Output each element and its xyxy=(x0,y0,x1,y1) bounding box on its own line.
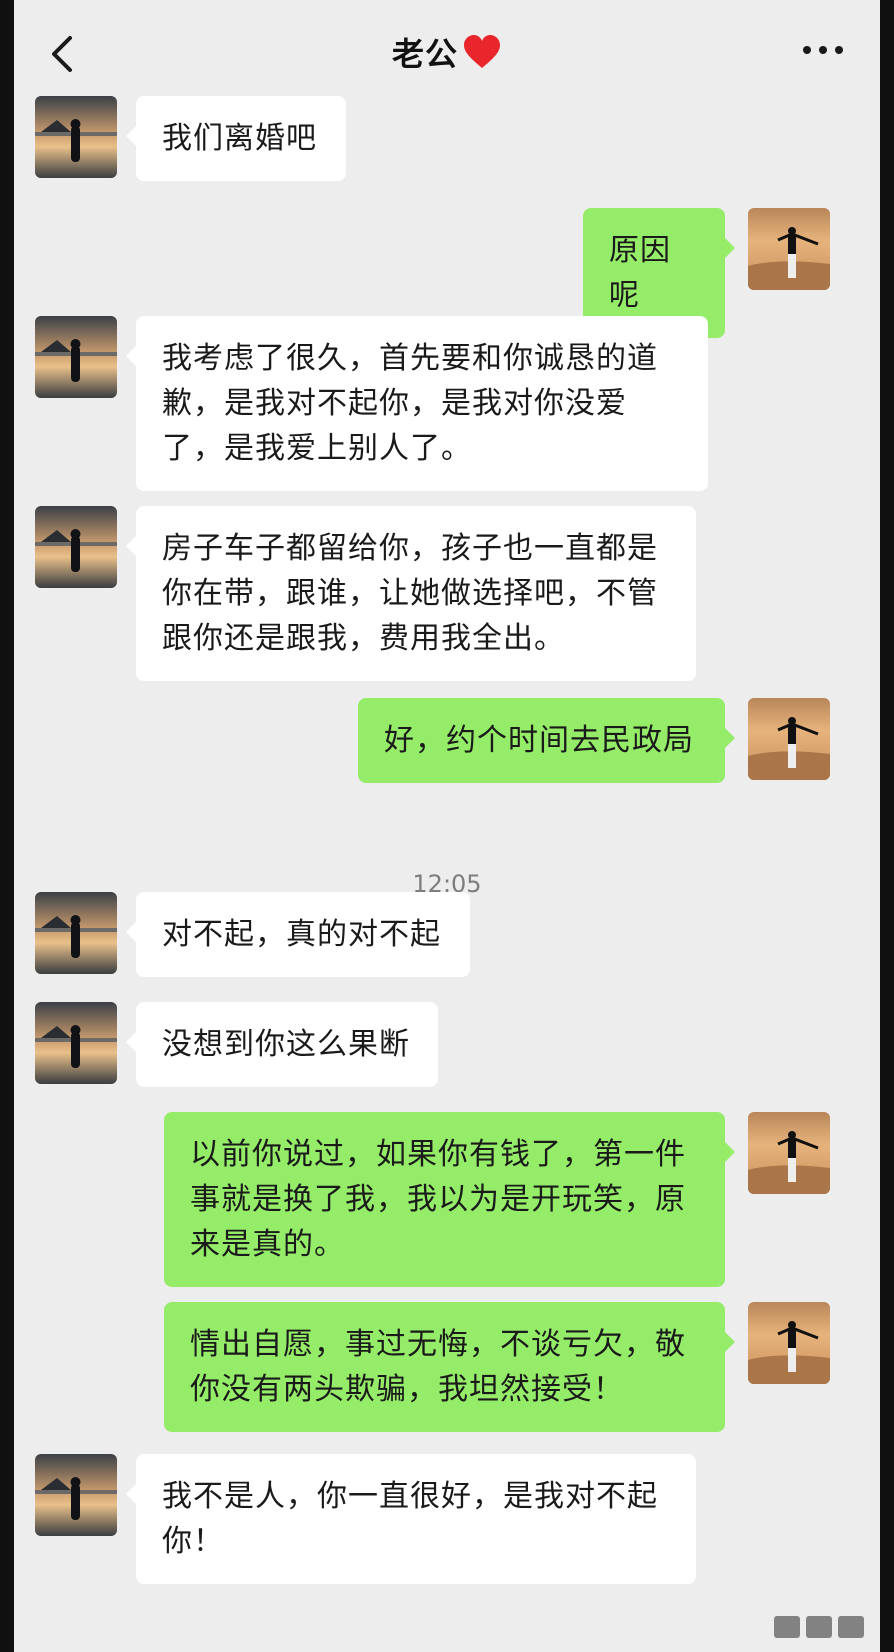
message-bubble-incoming: 我们离婚吧 xyxy=(126,96,346,181)
contact-avatar[interactable] xyxy=(35,96,117,178)
my-avatar[interactable] xyxy=(748,208,830,290)
my-avatar[interactable] xyxy=(748,1302,830,1384)
screen-edge-left xyxy=(0,0,14,1652)
message-bubble-outgoing: 情出自愿，事过无悔，不谈亏欠，敬你没有两头欺骗，我坦然接受！ xyxy=(164,1302,735,1432)
contact-name: 老公 xyxy=(391,35,458,73)
contact-avatar[interactable] xyxy=(35,1002,117,1084)
message-bubble-incoming: 对不起，真的对不起 xyxy=(126,892,470,977)
watermark-logo xyxy=(770,1610,870,1642)
message-bubble-outgoing: 好，约个时间去民政局 xyxy=(358,698,735,783)
chevron-left-icon[interactable] xyxy=(44,32,84,76)
message-bubble-outgoing: 以前你说过，如果你有钱了，第一件事就是换了我，我以为是开玩笑，原来是真的。 xyxy=(164,1112,735,1287)
contact-avatar[interactable] xyxy=(35,1454,117,1536)
contact-avatar[interactable] xyxy=(35,316,117,398)
my-avatar[interactable] xyxy=(748,1112,830,1194)
chat-title: 老公 xyxy=(392,29,502,75)
my-avatar[interactable] xyxy=(748,698,830,780)
message-bubble-incoming: 没想到你这么果断 xyxy=(126,1002,438,1087)
message-bubble-incoming: 我考虑了很久，首先要和你诚恳的道歉，是我对不起你，是我对你没爱了，是我爱上别人了… xyxy=(126,316,708,491)
screen-edge-right xyxy=(880,0,894,1652)
contact-avatar[interactable] xyxy=(35,892,117,974)
contact-avatar[interactable] xyxy=(35,506,117,588)
red-heart-icon xyxy=(462,34,502,70)
message-bubble-incoming: 我不是人，你一直很好，是我对不起你！ xyxy=(126,1454,696,1584)
message-bubble-incoming: 房子车子都留给你，孩子也一直都是你在带，跟谁，让她做选择吧，不管跟你还是跟我，费… xyxy=(126,506,696,681)
chat-header: 老公 xyxy=(14,0,880,104)
more-dots-icon[interactable] xyxy=(800,40,846,60)
